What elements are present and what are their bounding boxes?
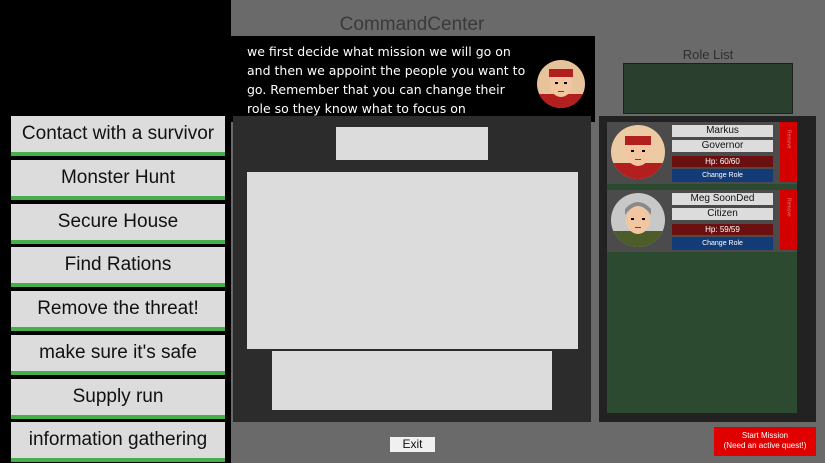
character-role: Citizen [672, 208, 773, 220]
mission-title-box [336, 127, 488, 160]
role-list-box [623, 63, 793, 114]
dialog-box[interactable]: we first decide what mission we will go … [231, 36, 595, 122]
exit-button[interactable]: Exit [390, 437, 435, 452]
character-portrait-icon [611, 125, 665, 179]
character-portrait-icon [611, 193, 665, 247]
remove-label: Remove [785, 130, 792, 149]
character-name: Markus [672, 125, 773, 137]
mission-reward-box [272, 351, 552, 410]
mission-button-make-sure-its-safe[interactable]: make sure it's safe [11, 335, 225, 375]
mission-button-find-rations[interactable]: Find Rations [11, 247, 225, 287]
character-hp: Hp: 60/60 [672, 156, 773, 167]
mission-button-contact-with-a-survivor[interactable]: Contact with a survivor [11, 116, 225, 156]
role-list-label: Role List [682, 47, 734, 62]
character-role: Governor [672, 140, 773, 152]
page-title: CommandCenter [339, 14, 485, 35]
speaker-portrait-icon [537, 60, 585, 108]
mission-button-information-gathering[interactable]: information gathering [11, 422, 225, 462]
mission-button-remove-the-threat[interactable]: Remove the threat! [11, 291, 225, 331]
start-mission-label: Start Mission [741, 431, 789, 440]
character-name: Meg SoonDed [672, 193, 773, 205]
mission-button-monster-hunt[interactable]: Monster Hunt [11, 160, 225, 200]
remove-label: Remove [785, 198, 792, 217]
mission-button-secure-house[interactable]: Secure House [11, 204, 225, 244]
dialog-text: we first decide what mission we will go … [247, 44, 526, 116]
change-role-button[interactable]: Change Role [672, 169, 773, 182]
mission-button-supply-run[interactable]: Supply run [11, 379, 225, 419]
change-role-button[interactable]: Change Role [672, 237, 773, 250]
remove-button[interactable]: Remove [780, 122, 797, 182]
character-hp: Hp: 59/59 [672, 224, 773, 235]
mission-description-box [247, 172, 578, 349]
remove-button[interactable]: Remove [780, 190, 797, 250]
roster-card: Meg SoonDed Citizen Hp: 59/59 Change Rol… [607, 190, 797, 252]
start-mission-button[interactable]: Start Mission (Need an active quest!) [714, 427, 816, 456]
start-mission-hint: (Need an active quest!) [723, 441, 807, 450]
roster-card: Markus Governor Hp: 60/60 Change Role Re… [607, 122, 797, 184]
